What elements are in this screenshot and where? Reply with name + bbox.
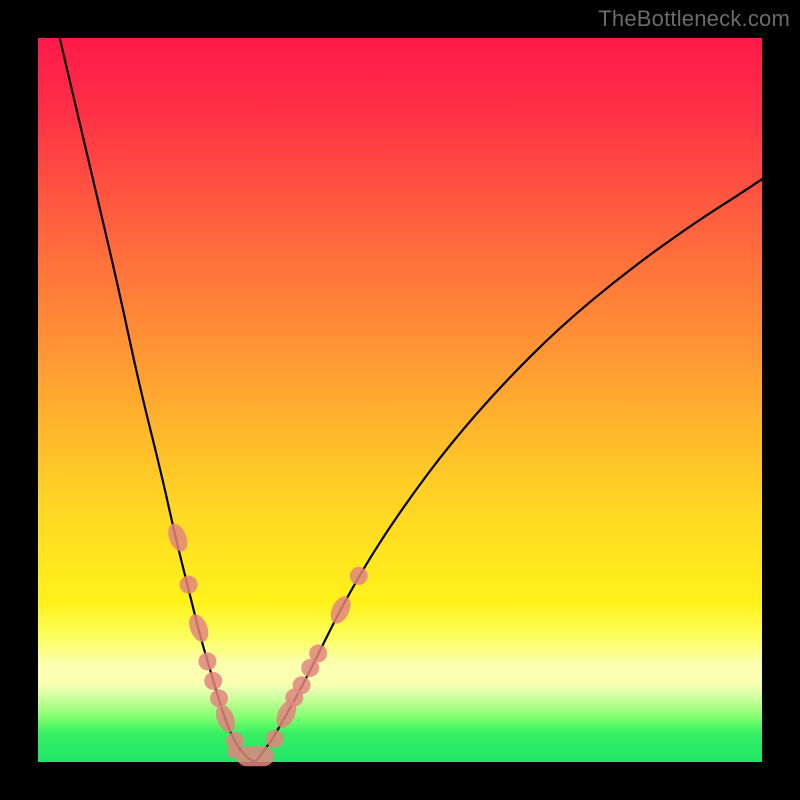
marker-dot-left-4 xyxy=(204,672,222,690)
marker-dot-right-7 xyxy=(350,567,368,585)
outer-frame: TheBottleneck.com xyxy=(0,0,800,800)
marker-pill-left-2 xyxy=(185,611,212,644)
marker-dot-right-0 xyxy=(266,730,284,748)
marker-dot-left-3 xyxy=(198,652,216,670)
marker-minimum-blob xyxy=(236,746,274,766)
marker-dot-left-5 xyxy=(210,689,228,707)
marker-pill-right-6 xyxy=(327,593,355,626)
marker-pill-left-0 xyxy=(164,521,191,554)
marker-dot-left-1 xyxy=(180,576,198,594)
curve-left-curve xyxy=(60,38,255,762)
curve-right-curve xyxy=(255,179,762,762)
marker-minimum-nub xyxy=(227,746,239,758)
marker-dot-right-5 xyxy=(309,644,327,662)
marker-dot-right-3 xyxy=(293,676,311,694)
marker-pill-left-6 xyxy=(212,702,239,735)
watermark-text: TheBottleneck.com xyxy=(598,6,790,32)
chart-svg xyxy=(38,38,762,762)
plot-area xyxy=(38,38,762,762)
